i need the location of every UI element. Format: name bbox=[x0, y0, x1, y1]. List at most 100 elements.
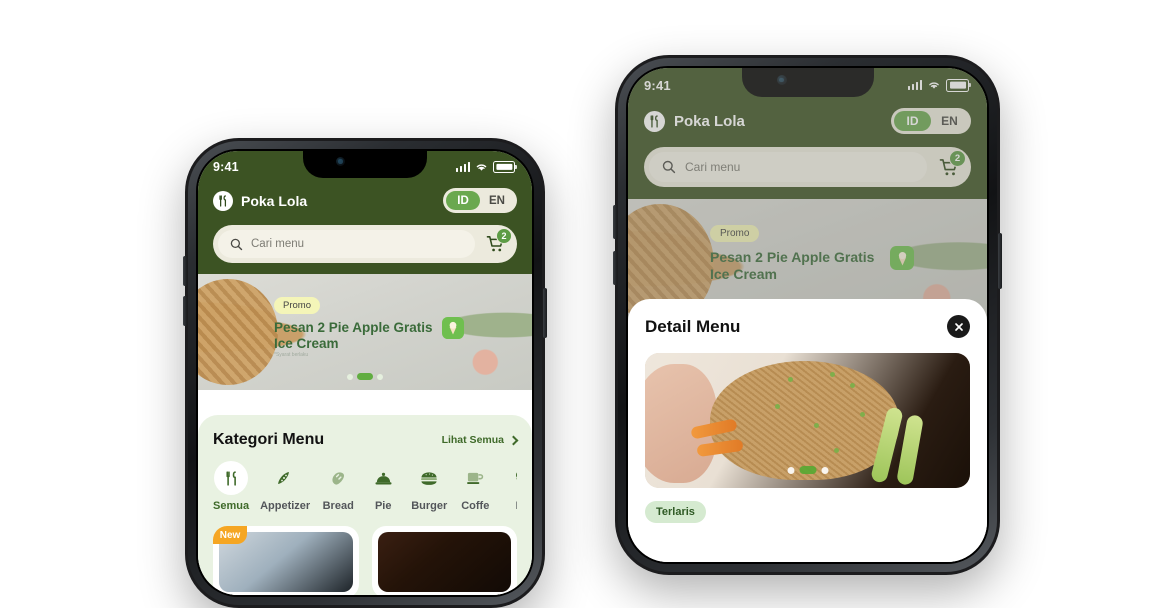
status-bar-time: 9:41 bbox=[644, 77, 671, 93]
category-label: Ic bbox=[516, 500, 517, 512]
left-promo-banner[interactable]: Promo Pesan 2 Pie Apple Gratis Ice Cream… bbox=[198, 274, 532, 390]
banner-dot-2[interactable] bbox=[357, 373, 373, 380]
product-card-2[interactable] bbox=[371, 526, 517, 595]
lang-option-en[interactable]: EN bbox=[931, 111, 968, 131]
food-pea bbox=[859, 412, 865, 418]
food-pea bbox=[833, 447, 839, 453]
right-app-bar: Poka Lola ID EN bbox=[644, 108, 971, 134]
wifi-icon bbox=[929, 82, 940, 89]
category-item-appetizer[interactable]: Appetizer bbox=[260, 461, 310, 512]
banner-title: Pesan 2 Pie Apple Gratis Ice Cream bbox=[274, 320, 433, 352]
status-bar-time: 9:41 bbox=[213, 159, 239, 174]
search-placeholder: Cari menu bbox=[251, 238, 305, 250]
category-label: Appetizer bbox=[260, 500, 311, 512]
category-item-pie[interactable]: Pie bbox=[366, 461, 400, 512]
food-photo-rice bbox=[710, 361, 899, 480]
promo-badge: Promo bbox=[274, 297, 320, 314]
banner-title: Pesan 2 Pie Apple Gratis Ice Cream bbox=[710, 249, 875, 282]
signal-bars-icon bbox=[907, 80, 923, 90]
left-phone-screen: 9:41 Poka Lola ID EN Cari menu 2 Promo P… bbox=[198, 151, 532, 595]
coffee-cup-icon bbox=[458, 461, 492, 495]
right-phone-power-button[interactable] bbox=[998, 233, 1002, 289]
detail-menu-title: Detail Menu bbox=[645, 316, 741, 336]
cart-badge-count: 2 bbox=[949, 150, 966, 167]
pie-dome-icon bbox=[366, 461, 400, 495]
category-section-title: Kategori Menu bbox=[213, 431, 325, 448]
brand-name: Poka Lola bbox=[674, 112, 745, 130]
left-phone-power-button[interactable] bbox=[543, 288, 547, 338]
category-label: Burger bbox=[411, 500, 448, 512]
promo-badge: Promo bbox=[710, 225, 760, 242]
terlaris-tag: Terlaris bbox=[645, 501, 706, 523]
lang-option-en[interactable]: EN bbox=[480, 191, 514, 210]
food-photo-hand bbox=[645, 363, 717, 483]
product-card-1[interactable]: New bbox=[213, 526, 359, 595]
lang-option-id[interactable]: ID bbox=[894, 111, 931, 131]
language-toggle[interactable]: ID EN bbox=[443, 188, 517, 213]
category-item-ice-cream[interactable]: Ic bbox=[503, 461, 517, 512]
gallery-dot-1[interactable] bbox=[787, 466, 794, 474]
gallery-dot-3[interactable] bbox=[821, 466, 828, 474]
battery-tip bbox=[515, 164, 517, 169]
right-phone-screen: 9:41 Poka Lola ID EN Cari menu 2 Promo P… bbox=[628, 68, 987, 562]
new-badge: New bbox=[213, 526, 247, 544]
bread-loaf-icon bbox=[321, 461, 355, 495]
ice-cream-cone-icon bbox=[503, 461, 517, 495]
language-toggle[interactable]: ID EN bbox=[891, 108, 971, 134]
search-icon bbox=[230, 238, 243, 250]
left-phone-notch bbox=[303, 151, 427, 178]
signal-bars-icon bbox=[455, 161, 471, 172]
detail-menu-header: Detail Menu bbox=[645, 315, 970, 338]
cart-button[interactable]: 2 bbox=[933, 150, 966, 182]
watermelon-slice-icon bbox=[268, 461, 302, 495]
close-x-icon bbox=[954, 322, 963, 331]
see-all-button[interactable]: Lihat Semua bbox=[442, 434, 519, 446]
banner-dot-1[interactable] bbox=[347, 373, 353, 380]
detail-menu-modal: Detail Menu Terlaris bbox=[628, 299, 987, 562]
battery-tip bbox=[969, 83, 971, 87]
burger-icon bbox=[412, 461, 446, 495]
product-card-list: New bbox=[213, 526, 517, 595]
cart-badge-count: 2 bbox=[496, 228, 512, 244]
gallery-dot-2[interactable] bbox=[799, 466, 816, 474]
wifi-icon bbox=[477, 163, 487, 171]
search-placeholder: Cari menu bbox=[685, 160, 741, 174]
search-bar: Cari menu 2 bbox=[644, 147, 971, 187]
banner-carousel-dots[interactable] bbox=[347, 373, 383, 380]
right-front-camera bbox=[776, 75, 787, 85]
search-icon bbox=[662, 160, 676, 174]
left-app-bar: Poka Lola ID EN bbox=[213, 188, 517, 213]
right-phone-mockup: 9:41 Poka Lola ID EN Cari menu 2 Promo P… bbox=[613, 55, 1002, 575]
detail-menu-gallery-image[interactable] bbox=[645, 353, 970, 488]
battery-full-icon bbox=[493, 160, 516, 173]
right-phone-notch bbox=[741, 68, 874, 97]
search-bar: Cari menu 2 bbox=[213, 225, 517, 263]
ice-cream-icon bbox=[442, 317, 464, 339]
close-modal-button[interactable] bbox=[947, 315, 970, 338]
search-input[interactable]: Cari menu bbox=[649, 152, 927, 182]
battery-full-icon bbox=[946, 78, 970, 92]
left-search-wrap: Cari menu 2 bbox=[213, 225, 517, 263]
right-phone-volume-up-button[interactable] bbox=[613, 205, 617, 239]
left-front-camera bbox=[336, 157, 345, 166]
banner-dot-3[interactable] bbox=[377, 373, 383, 380]
category-item-semua[interactable]: Semua bbox=[213, 461, 249, 512]
left-phone-mockup: 9:41 Poka Lola ID EN Cari menu 2 Promo P… bbox=[183, 138, 547, 608]
category-list[interactable]: Semua Appetizer Bread Pie Burger Coffe bbox=[213, 461, 517, 512]
category-label: Bread bbox=[322, 500, 354, 512]
left-phone-inner: 9:41 Poka Lola ID EN Cari menu 2 Promo P… bbox=[196, 149, 534, 597]
category-item-burger[interactable]: Burger bbox=[411, 461, 447, 512]
cart-button[interactable]: 2 bbox=[481, 228, 512, 258]
gallery-carousel-dots[interactable] bbox=[787, 466, 828, 474]
food-pea bbox=[849, 382, 855, 388]
right-phone-volume-down-button[interactable] bbox=[613, 251, 617, 285]
search-input[interactable]: Cari menu bbox=[218, 230, 475, 258]
left-phone-volume-down-button[interactable] bbox=[183, 296, 187, 326]
banner-subtitle: *Syarat berlaku bbox=[274, 352, 309, 358]
category-label: Pie bbox=[374, 500, 392, 512]
category-item-bread[interactable]: Bread bbox=[321, 461, 355, 512]
lang-option-id[interactable]: ID bbox=[446, 191, 480, 210]
left-phone-volume-up-button[interactable] bbox=[183, 256, 187, 286]
left-content-sheet: Kategori Menu Lihat Semua Semua Appetize… bbox=[198, 415, 532, 595]
category-item-coffe[interactable]: Coffe bbox=[458, 461, 492, 512]
